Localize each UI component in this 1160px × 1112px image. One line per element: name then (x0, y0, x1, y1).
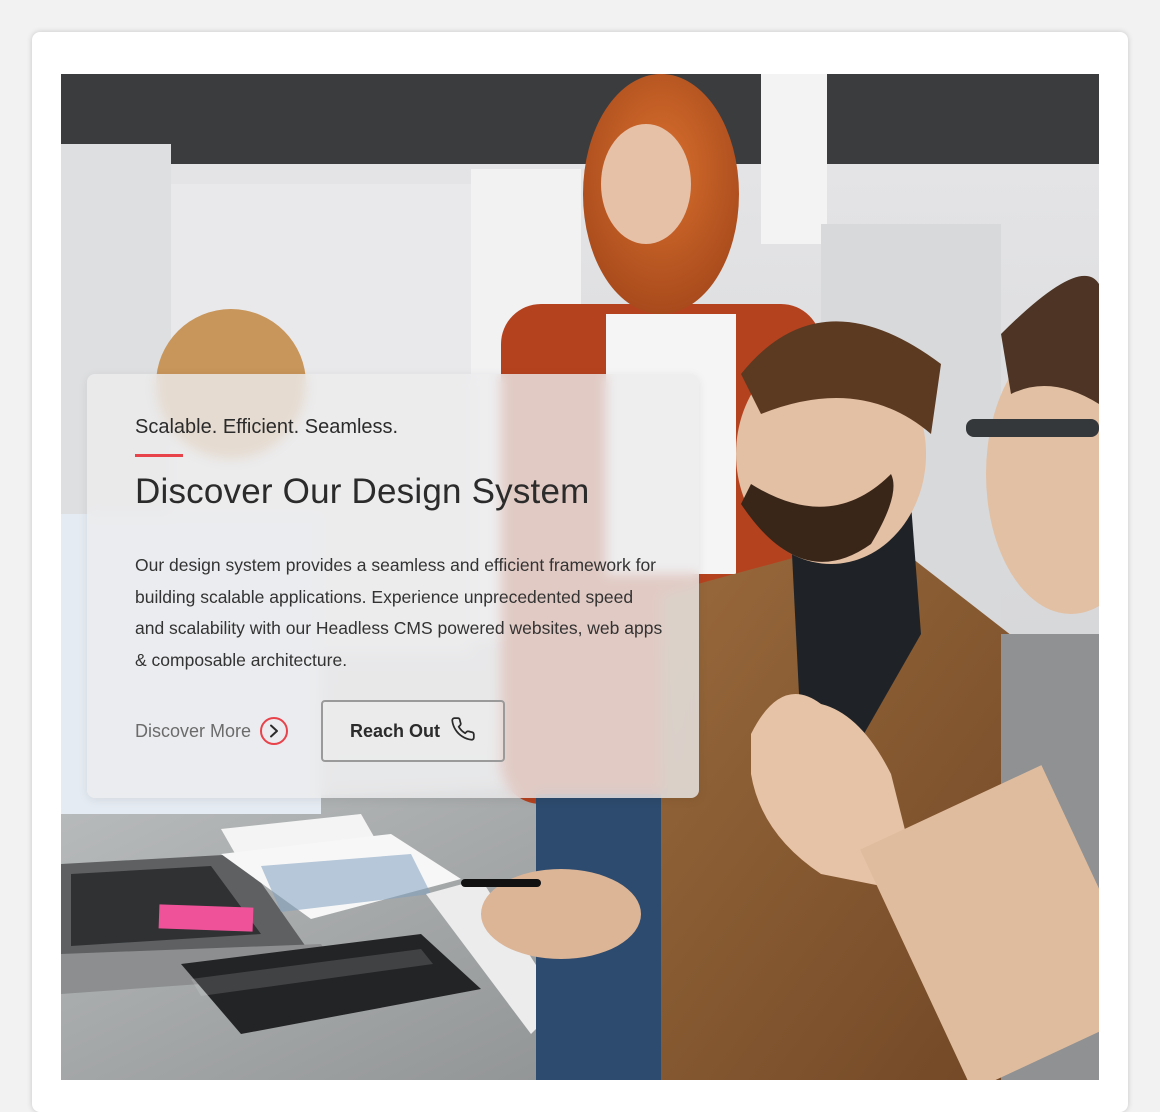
eyebrow-accent-rule (135, 454, 183, 457)
chevron-right-icon (260, 717, 289, 745)
content-card: Scalable. Efficient. Seamless. Discover … (32, 32, 1128, 1112)
phone-icon (450, 716, 476, 747)
hero-eyebrow: Scalable. Efficient. Seamless. (135, 416, 399, 438)
hero-section: Scalable. Efficient. Seamless. Discover … (61, 74, 1099, 1080)
discover-more-link[interactable]: Discover More (135, 714, 289, 748)
hero-content-panel: Scalable. Efficient. Seamless. Discover … (87, 374, 699, 798)
reach-out-button[interactable]: Reach Out (321, 700, 505, 762)
reach-out-label: Reach Out (349, 720, 441, 741)
discover-more-label: Discover More (135, 720, 252, 741)
hero-title: Discover Our Design System (135, 472, 590, 511)
hero-description: Our design system provides a seamless an… (135, 555, 663, 670)
